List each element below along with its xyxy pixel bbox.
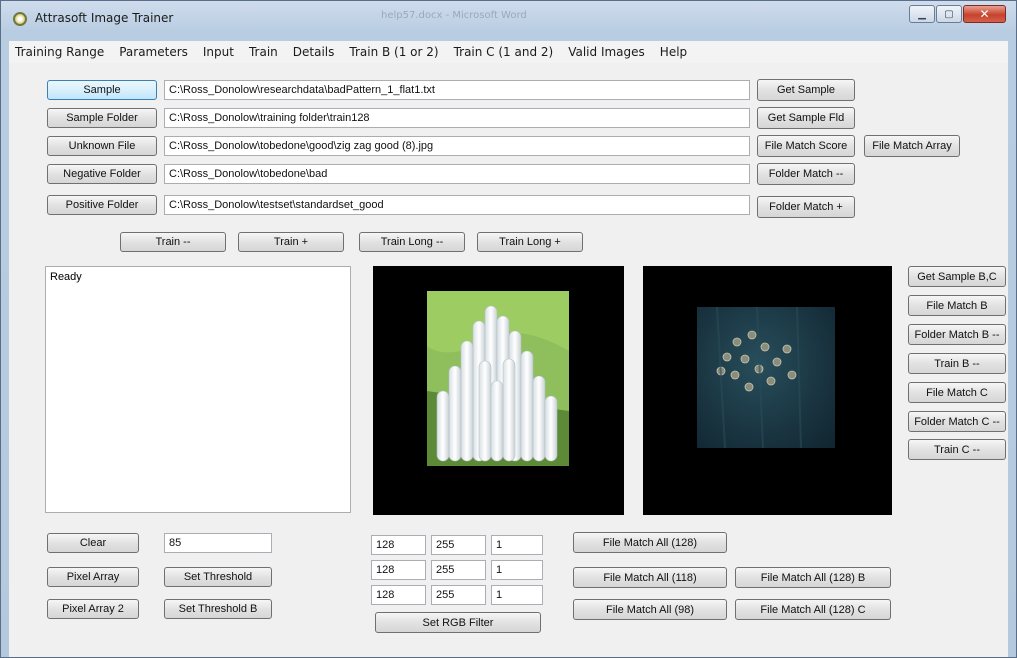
- file-match-all-128-button[interactable]: File Match All (128): [573, 532, 727, 553]
- match-image-beads: [716, 307, 802, 448]
- menu-train-b[interactable]: Train B (1 or 2): [349, 45, 438, 59]
- rgb-r2-c1-field[interactable]: 128: [371, 560, 426, 580]
- train-long-minus-button[interactable]: Train Long --: [359, 232, 465, 252]
- match-image-panel: [643, 266, 892, 515]
- menu-bar: Training Range Parameters Input Train De…: [9, 41, 1008, 63]
- menu-valid-images[interactable]: Valid Images: [568, 45, 645, 59]
- maximize-icon[interactable]: ▢: [936, 5, 962, 23]
- pixel-array-2-button[interactable]: Pixel Array 2: [47, 599, 139, 619]
- sample-path-field[interactable]: C:\Ross_Donolow\researchdata\badPattern_…: [164, 80, 750, 100]
- folder-match-c-minus-button[interactable]: Folder Match C --: [908, 411, 1006, 432]
- file-match-all-128-b-button[interactable]: File Match All (128) B: [735, 567, 891, 588]
- file-match-array-button[interactable]: File Match Array: [864, 135, 960, 157]
- sample-image-tubes: [427, 291, 569, 466]
- match-image: [697, 307, 835, 448]
- train-c-minus-button[interactable]: Train C --: [908, 439, 1006, 460]
- positive-folder-path-field[interactable]: C:\Ross_Donolow\testset\standardset_good: [164, 195, 750, 215]
- unknown-file-path-field[interactable]: C:\Ross_Donolow\tobedone\good\zig zag go…: [164, 136, 750, 156]
- window-controls: ▁ ▢ ✕: [908, 5, 1006, 23]
- negative-folder-button[interactable]: Negative Folder: [47, 164, 157, 184]
- status-text: Ready: [50, 271, 82, 283]
- rgb-r2-c3-field[interactable]: 1: [491, 560, 543, 580]
- menu-help[interactable]: Help: [660, 45, 687, 59]
- folder-match-minus-button[interactable]: Folder Match --: [757, 163, 855, 185]
- unknown-file-button[interactable]: Unknown File: [47, 136, 157, 156]
- sample-button[interactable]: Sample: [47, 80, 157, 100]
- sample-image: [427, 291, 569, 466]
- sample-folder-path-field[interactable]: C:\Ross_Donolow\training folder\train128: [164, 108, 750, 128]
- positive-folder-button[interactable]: Positive Folder: [47, 195, 157, 215]
- get-sample-folder-button[interactable]: Get Sample Fld: [757, 107, 855, 129]
- menu-parameters[interactable]: Parameters: [119, 45, 188, 59]
- menu-train[interactable]: Train: [249, 45, 278, 59]
- rgb-r1-c1-field[interactable]: 128: [371, 535, 426, 555]
- folder-match-plus-button[interactable]: Folder Match +: [757, 196, 855, 218]
- sample-folder-button[interactable]: Sample Folder: [47, 108, 157, 128]
- menu-train-c[interactable]: Train C (1 and 2): [454, 45, 554, 59]
- rgb-r1-c3-field[interactable]: 1: [491, 535, 543, 555]
- train-long-plus-button[interactable]: Train Long +: [477, 232, 583, 252]
- get-sample-button[interactable]: Get Sample: [757, 79, 855, 101]
- train-b-minus-button[interactable]: Train B --: [908, 353, 1006, 374]
- rgb-r3-c1-field[interactable]: 128: [371, 585, 426, 605]
- file-match-all-128-c-button[interactable]: File Match All (128) C: [735, 599, 891, 620]
- file-match-score-button[interactable]: File Match Score: [757, 135, 855, 157]
- client-area: Sample C:\Ross_Donolow\researchdata\badP…: [9, 63, 1008, 657]
- background-window-title: help57.docx - Microsoft Word: [381, 10, 527, 21]
- menu-training-range[interactable]: Training Range: [15, 45, 104, 59]
- file-match-b-button[interactable]: File Match B: [908, 295, 1006, 316]
- sample-image-panel: [373, 266, 624, 515]
- get-sample-bc-button[interactable]: Get Sample B,C: [908, 266, 1006, 287]
- file-match-all-118-button[interactable]: File Match All (118): [573, 567, 727, 588]
- app-logo-icon: [13, 12, 27, 26]
- window-title: Attrasoft Image Trainer: [35, 11, 174, 25]
- menu-details[interactable]: Details: [293, 45, 335, 59]
- rgb-r3-c2-field[interactable]: 255: [431, 585, 486, 605]
- rgb-r1-c2-field[interactable]: 255: [431, 535, 486, 555]
- rgb-r2-c2-field[interactable]: 255: [431, 560, 486, 580]
- file-match-c-button[interactable]: File Match C: [908, 382, 1006, 403]
- rgb-r3-c3-field[interactable]: 1: [491, 585, 543, 605]
- title-bar[interactable]: Attrasoft Image Trainer help57.docx - Mi…: [1, 1, 1016, 35]
- pixel-array-button[interactable]: Pixel Array: [47, 567, 139, 587]
- minimize-icon[interactable]: ▁: [909, 5, 935, 23]
- close-icon[interactable]: ✕: [963, 5, 1006, 23]
- status-log[interactable]: Ready: [45, 266, 351, 513]
- set-threshold-button[interactable]: Set Threshold: [164, 567, 272, 587]
- train-minus-button[interactable]: Train --: [120, 232, 226, 252]
- train-plus-button[interactable]: Train +: [238, 232, 344, 252]
- menu-input[interactable]: Input: [203, 45, 234, 59]
- app-window: Attrasoft Image Trainer help57.docx - Mi…: [0, 0, 1017, 658]
- set-threshold-b-button[interactable]: Set Threshold B: [164, 599, 272, 619]
- negative-folder-path-field[interactable]: C:\Ross_Donolow\tobedone\bad: [164, 164, 750, 184]
- threshold-field[interactable]: 85: [164, 533, 272, 553]
- file-match-all-98-button[interactable]: File Match All (98): [573, 599, 727, 620]
- folder-match-b-minus-button[interactable]: Folder Match B --: [908, 324, 1006, 345]
- clear-button[interactable]: Clear: [47, 533, 139, 553]
- set-rgb-filter-button[interactable]: Set RGB Filter: [375, 612, 541, 633]
